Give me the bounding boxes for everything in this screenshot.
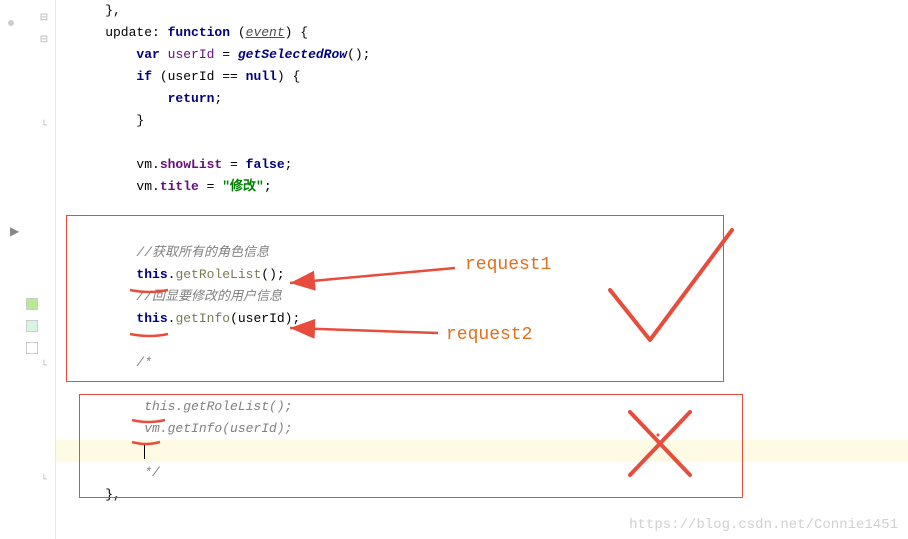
fold-end-icon[interactable]: └	[39, 122, 49, 132]
code-line	[74, 374, 908, 396]
code-line: update: function (event) {	[74, 22, 908, 44]
code-line	[74, 220, 908, 242]
code-line: //获取所有的角色信息	[74, 242, 908, 264]
run-arrow-icon[interactable]: ▶	[10, 224, 19, 239]
code-line: vm.showList = false;	[74, 154, 908, 176]
color-swatch-icon[interactable]	[26, 342, 38, 354]
code-line: vm.title = "修改";	[74, 176, 908, 198]
fold-end-icon[interactable]: └	[39, 362, 49, 372]
gutter: ⊟ ⊟ └ └ └ ▶	[0, 0, 56, 539]
color-swatch-icon[interactable]	[26, 320, 38, 332]
code-line: */	[74, 462, 908, 484]
code-line: this.getInfo(userId);	[74, 308, 908, 330]
code-line: this.getRoleList();	[74, 264, 908, 286]
watermark-text: https://blog.csdn.net/Connie1451	[629, 517, 898, 533]
text-cursor-icon	[144, 443, 145, 459]
code-editor: ⊟ ⊟ └ └ └ ▶ }, update: function (event) …	[0, 0, 908, 539]
code-line: return;	[74, 88, 908, 110]
code-line: }	[74, 110, 908, 132]
code-line: this.getRoleList();	[74, 396, 908, 418]
code-line: //回显要修改的用户信息	[74, 286, 908, 308]
fold-minus-icon[interactable]: ⊟	[39, 14, 49, 24]
code-line: var userId = getSelectedRow();	[74, 44, 908, 66]
fold-minus-icon[interactable]: ⊟	[39, 36, 49, 46]
code-line: vm.getInfo(userId);	[74, 418, 908, 440]
code-line-active	[74, 440, 908, 462]
breakpoint-dot-icon[interactable]	[8, 20, 14, 26]
code-content[interactable]: }, update: function (event) { var userId…	[56, 0, 908, 539]
code-line	[74, 198, 908, 220]
fold-end-icon[interactable]: └	[39, 476, 49, 486]
color-swatch-icon[interactable]	[26, 298, 38, 310]
code-line: if (userId == null) {	[74, 66, 908, 88]
code-line	[74, 330, 908, 352]
code-line: },	[74, 484, 908, 506]
code-line: /*	[74, 352, 908, 374]
code-line	[74, 132, 908, 154]
code-line: },	[74, 0, 908, 22]
